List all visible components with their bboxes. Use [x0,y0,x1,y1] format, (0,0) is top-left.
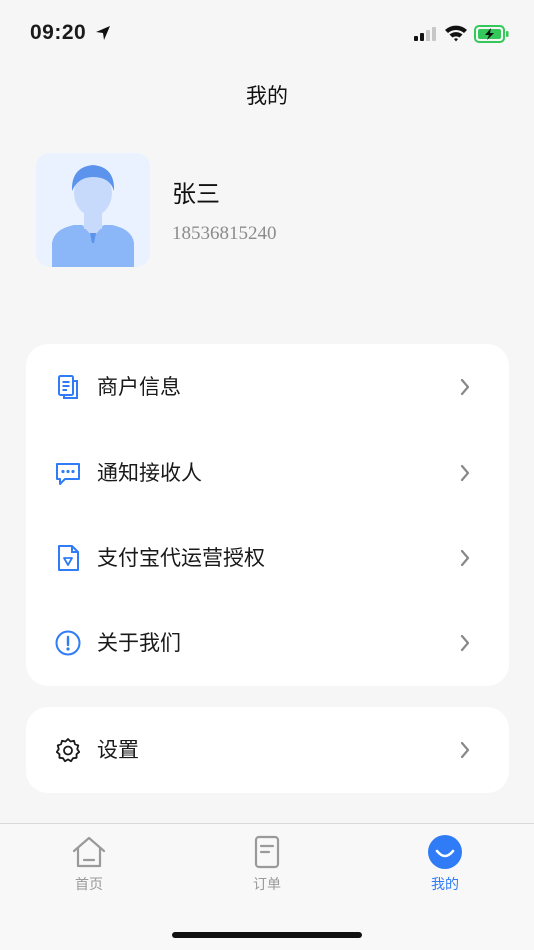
location-arrow-icon [96,26,110,40]
chevron-right-icon [460,464,470,482]
battery-charging-icon [474,25,509,43]
user-name: 张三 [172,180,220,208]
settings-card: 设置 [26,707,509,793]
tab-label: 我的 [431,877,459,893]
status-time: 09:20 [30,21,87,44]
tab-home[interactable]: 首页 [44,834,134,894]
menu-item-alipay-authorization[interactable]: 支付宝代运营授权 [26,515,509,601]
menu-item-merchant-info[interactable]: 商户信息 [26,344,509,430]
user-phone: 18536815240 [172,223,277,244]
page-title: 我的 [246,84,288,108]
order-icon [254,835,280,869]
status-bar: 09:20 [0,0,534,62]
wifi-icon [445,25,467,42]
chevron-right-icon [460,549,470,567]
menu-item-label: 支付宝代运营授权 [97,546,265,570]
menu-item-notification-recipient[interactable]: 通知接收人 [26,430,509,516]
tab-bar: 首页 订单 我的 [0,823,534,950]
tab-label: 订单 [253,877,281,893]
chevron-right-icon [460,634,470,652]
profile-smile-icon [428,835,462,869]
chevron-right-icon [460,378,470,396]
tab-label: 首页 [75,877,103,893]
info-icon [55,630,81,656]
menu-item-label: 关于我们 [97,631,181,655]
menu-item-settings[interactable]: 设置 [26,707,509,793]
tab-mine[interactable]: 我的 [400,834,490,894]
menu-item-about-us[interactable]: 关于我们 [26,600,509,686]
tab-orders[interactable]: 订单 [222,834,312,894]
alipay-auth-icon [58,545,79,571]
message-icon [56,463,80,485]
menu-item-label: 设置 [97,738,139,762]
default-user-avatar-icon [36,153,150,267]
gear-icon [55,738,81,763]
profile-screen: 09:20 我的 张三 18536815240 商户信息 通知接收人 支付宝代运… [0,0,534,950]
home-icon [72,836,106,868]
home-indicator [172,932,362,938]
menu-item-label: 通知接收人 [97,461,202,485]
cellular-signal-icon [414,27,436,41]
merchant-info-icon [58,375,78,399]
menu-item-label: 商户信息 [97,375,181,399]
menu-card: 商户信息 通知接收人 支付宝代运营授权 关于我们 [26,344,509,686]
chevron-right-icon [460,741,470,759]
avatar[interactable] [36,153,150,267]
